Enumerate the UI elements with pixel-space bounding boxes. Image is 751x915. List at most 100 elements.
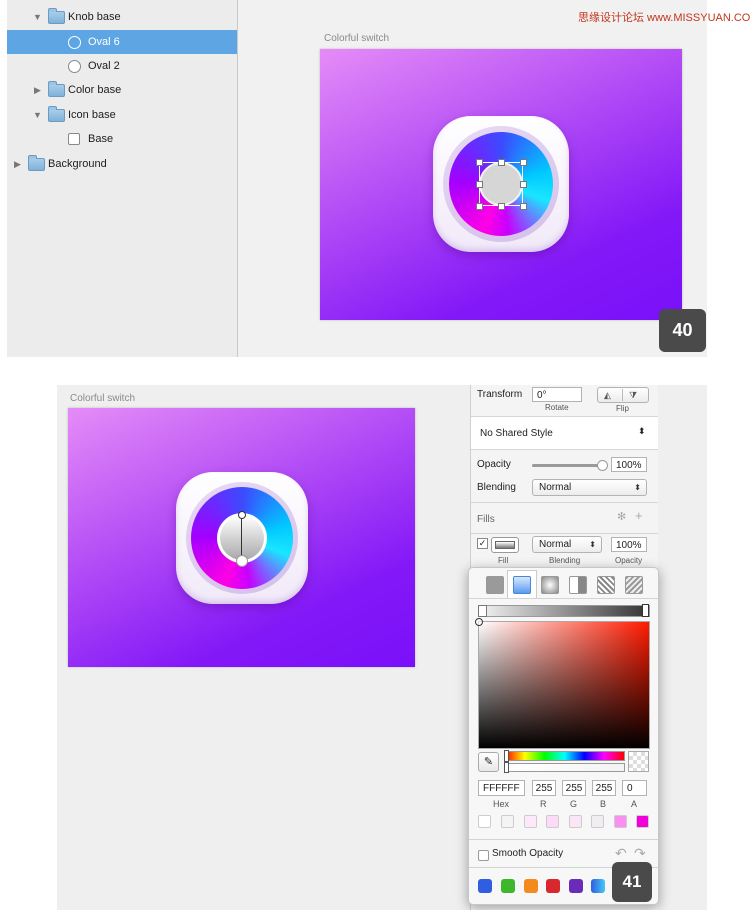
artboard[interactable]	[320, 49, 682, 320]
folder-icon	[48, 8, 65, 24]
layer-base[interactable]: Base	[7, 127, 237, 151]
resize-handle[interactable]	[476, 159, 483, 166]
screenshot-step-40: ▼ Knob base Oval 6 Oval 2 ▶ Color base ▼…	[7, 0, 707, 357]
gradient-bar[interactable]	[478, 605, 650, 617]
hue-slider[interactable]	[504, 751, 625, 761]
global-color-swatch[interactable]	[524, 879, 538, 893]
hue-thumb[interactable]	[504, 750, 509, 762]
document-color-swatch[interactable]	[478, 815, 491, 828]
alpha-input[interactable]: 0	[622, 780, 647, 796]
layer-background[interactable]: ▶ Background	[7, 152, 237, 176]
document-color-swatch[interactable]	[614, 815, 627, 828]
color-cursor[interactable]	[475, 618, 483, 626]
resize-handle[interactable]	[520, 203, 527, 210]
gear-icon[interactable]: ✻	[617, 510, 626, 523]
disclosure-open-icon[interactable]: ▼	[33, 5, 42, 29]
fill-type-noise[interactable]	[625, 576, 643, 594]
fills-header: Fills ✻ +	[471, 503, 658, 534]
fill-type-pattern[interactable]	[597, 576, 615, 594]
hex-input[interactable]: FFFFFF	[478, 780, 525, 796]
shared-style-section[interactable]: No Shared Style ⬍	[471, 417, 658, 450]
fill-type-linear-gradient[interactable]	[513, 576, 531, 594]
global-color-swatch[interactable]	[569, 879, 583, 893]
rotate-label: Rotate	[545, 403, 569, 412]
resize-handle[interactable]	[476, 203, 483, 210]
opacity-input[interactable]: 100%	[611, 457, 647, 472]
transform-label: Transform	[477, 389, 523, 400]
fill-blending-caption: Blending	[549, 556, 581, 565]
alpha-slider[interactable]	[504, 763, 625, 772]
divider	[469, 839, 658, 840]
artboard-title[interactable]: Colorful switch	[70, 393, 135, 404]
opacity-slider-thumb[interactable]	[597, 460, 608, 471]
chevron-updown-icon: ⬍	[589, 540, 596, 549]
document-color-swatch[interactable]	[636, 815, 649, 828]
disclosure-open-icon[interactable]: ▼	[33, 103, 42, 127]
appearance-section: Opacity 100% Blending Normal ⬍	[471, 450, 658, 503]
global-color-swatch[interactable]	[546, 879, 560, 893]
document-color-swatch[interactable]	[546, 815, 559, 828]
alpha-thumb[interactable]	[504, 762, 509, 773]
global-color-swatch[interactable]	[501, 879, 515, 893]
knob-gradient-fill[interactable]	[220, 516, 264, 560]
fill-type-radial-gradient[interactable]	[541, 576, 559, 594]
artboard[interactable]	[68, 408, 415, 667]
blue-input[interactable]: 255	[592, 780, 616, 796]
resize-handle[interactable]	[498, 159, 505, 166]
layer-oval-6[interactable]: Oval 6	[7, 30, 237, 54]
oval-shape-icon	[68, 36, 81, 49]
blending-select[interactable]: Normal ⬍	[532, 479, 647, 496]
layer-color-base[interactable]: ▶ Color base	[7, 78, 237, 102]
fill-opacity-caption: Opacity	[615, 556, 643, 565]
artboard-title[interactable]: Colorful switch	[324, 33, 389, 44]
rotate-input[interactable]: 0°	[532, 387, 582, 402]
fill-opacity-input[interactable]: 100%	[611, 537, 647, 552]
fill-enabled-checkbox[interactable]: ✓	[477, 538, 488, 549]
opacity-label: Opacity	[477, 459, 511, 470]
resize-handle[interactable]	[498, 203, 505, 210]
flip-horizontal-icon[interactable]: ◭	[604, 388, 611, 402]
gradient-stop-start[interactable]	[478, 605, 487, 617]
smooth-opacity-checkbox[interactable]	[478, 850, 489, 861]
layers-sidebar: ▼ Knob base Oval 6 Oval 2 ▶ Color base ▼…	[7, 0, 238, 357]
disclosure-closed-icon[interactable]: ▶	[34, 78, 41, 102]
shared-style-select[interactable]: No Shared Style	[480, 428, 553, 439]
green-input[interactable]: 255	[562, 780, 586, 796]
document-color-swatch[interactable]	[501, 815, 514, 828]
document-color-swatch[interactable]	[524, 815, 537, 828]
gradient-end-handle[interactable]	[236, 555, 248, 567]
resize-handle[interactable]	[520, 181, 527, 188]
fill-type-solid[interactable]	[486, 576, 504, 594]
red-label: R	[540, 799, 547, 809]
document-color-swatch[interactable]	[591, 815, 604, 828]
selection-box	[479, 162, 523, 206]
plus-icon[interactable]: +	[635, 508, 643, 523]
saturation-brightness-area[interactable]	[478, 621, 650, 749]
global-color-swatch[interactable]	[591, 879, 605, 893]
resize-handle[interactable]	[520, 159, 527, 166]
layer-knob-base[interactable]: ▼ Knob base	[7, 5, 237, 29]
app-icon-base	[176, 472, 308, 604]
gradient-stop-end[interactable]	[642, 604, 649, 617]
fills-label: Fills	[477, 514, 495, 525]
global-color-swatch[interactable]	[478, 879, 492, 893]
red-input[interactable]: 255	[532, 780, 556, 796]
redo-icon[interactable]: ↷	[634, 845, 646, 862]
gradient-start-handle[interactable]	[238, 511, 246, 519]
eyedropper-icon[interactable]: ✎	[478, 752, 499, 772]
divider	[469, 598, 658, 599]
chevron-updown-icon: ⬍	[634, 483, 641, 492]
document-color-swatch[interactable]	[569, 815, 582, 828]
blue-label: B	[600, 799, 607, 809]
disclosure-closed-icon[interactable]: ▶	[14, 152, 21, 176]
fill-color-well[interactable]	[491, 537, 519, 553]
flip-vertical-icon[interactable]: ⧩	[629, 388, 637, 402]
layer-icon-base[interactable]: ▼ Icon base	[7, 103, 237, 127]
undo-icon[interactable]: ↶	[615, 845, 627, 862]
green-label: G	[570, 799, 578, 809]
layer-oval-2[interactable]: Oval 2	[7, 54, 237, 78]
opacity-slider-track[interactable]	[532, 460, 608, 471]
resize-handle[interactable]	[476, 181, 483, 188]
fill-blending-select[interactable]: Normal ⬍	[532, 536, 602, 553]
fill-type-angular-gradient[interactable]	[569, 576, 587, 594]
